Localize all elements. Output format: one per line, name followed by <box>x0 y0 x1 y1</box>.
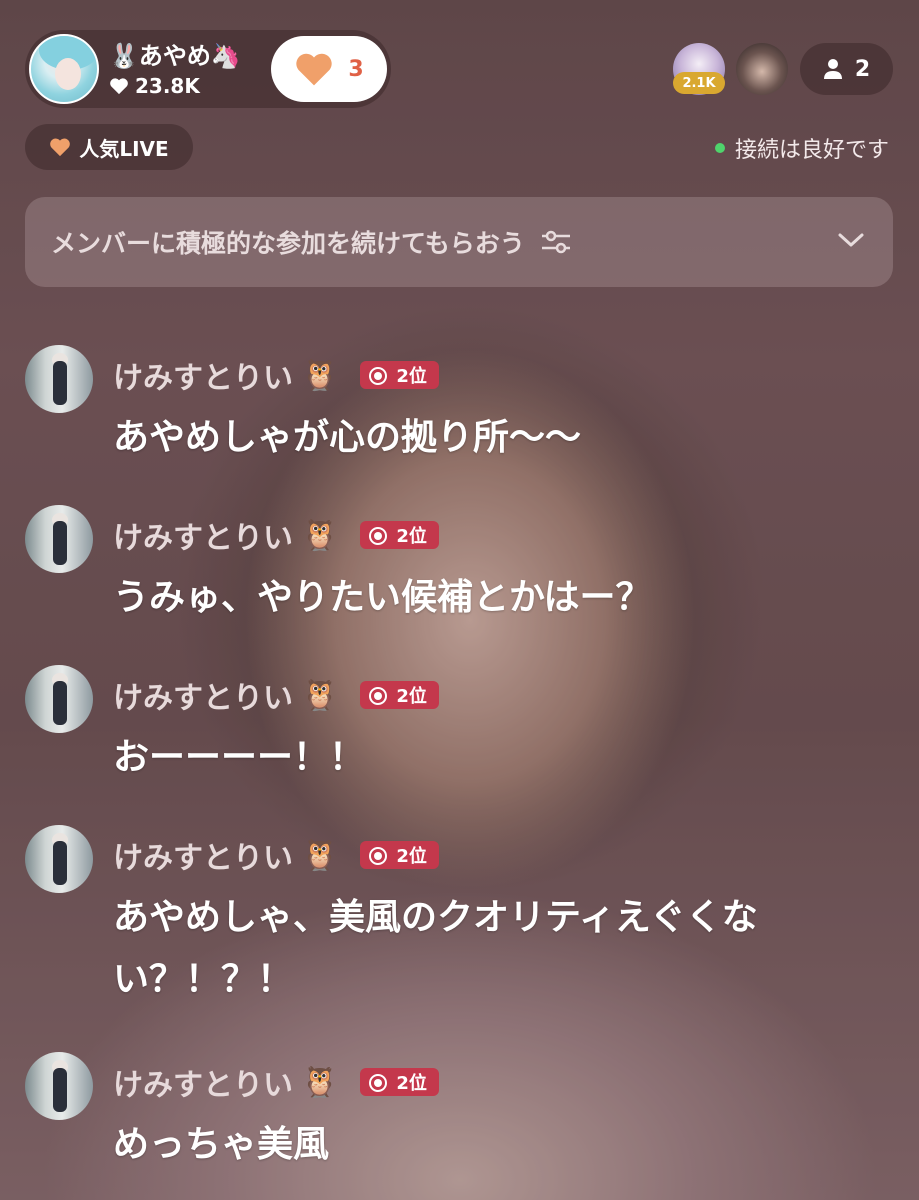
commenter-name[interactable]: けみすとりい <box>113 1060 293 1104</box>
medal-icon <box>369 1074 388 1092</box>
heart-icon <box>50 138 71 157</box>
viewer-badge: 2.1K <box>673 72 725 94</box>
chevron-down-icon[interactable] <box>837 230 865 250</box>
person-icon <box>823 59 842 79</box>
sliders-icon[interactable] <box>539 228 573 256</box>
rank-badge: 2位 <box>360 521 439 549</box>
owl-emoji: 🦉 <box>301 677 339 713</box>
comment-text: あやめしゃ、美風のクオリティえぐくない？！？！ <box>113 897 758 1000</box>
commenter-name[interactable]: けみすとりい <box>113 513 293 557</box>
commenter-name[interactable]: けみすとりい <box>113 673 293 717</box>
owl-emoji: 🦉 <box>301 517 339 553</box>
viewer-count-button[interactable]: 2 <box>800 43 893 95</box>
rabbit-emoji: 🐰 <box>109 42 139 70</box>
comment-text: めっちゃ美風 <box>113 1124 330 1165</box>
commenter-name[interactable]: けみすとりい <box>113 353 293 397</box>
comment-text: あやめしゃが心の拠り所〜〜 <box>113 417 582 458</box>
engagement-prompt[interactable]: メンバーに積極的な参加を続けてもらおう <box>25 197 893 287</box>
viewer-avatar[interactable] <box>736 43 788 95</box>
commenter-avatar[interactable] <box>25 505 93 573</box>
comment-text: おーーーー！！ <box>113 737 366 778</box>
connection-status: 接続は良好です <box>714 132 889 164</box>
heart-count: 3 <box>348 56 364 82</box>
medal-icon <box>369 367 388 385</box>
heart-icon <box>296 53 333 86</box>
commenter-avatar[interactable] <box>25 825 93 893</box>
prompt-text: メンバーに積極的な参加を続けてもらおう <box>51 229 525 258</box>
commenter-name[interactable]: けみすとりい <box>113 833 293 877</box>
rank-badge: 2位 <box>360 681 439 709</box>
streamer-avatar[interactable] <box>29 34 99 104</box>
streamer-likes: 23.8K <box>109 74 200 98</box>
unicorn-emoji: 🦄 <box>210 42 241 70</box>
owl-emoji: 🦉 <box>301 1064 339 1100</box>
rank-badge: 2位 <box>360 1068 439 1096</box>
streamer-info[interactable]: 🐰あやめ🦄 23.8K 3 <box>25 30 391 108</box>
heart-icon <box>110 78 128 95</box>
commenter-avatar[interactable] <box>25 345 93 413</box>
comment-text: うみゅ、やりたい候補とかはー？ <box>113 577 652 618</box>
medal-icon <box>369 527 388 545</box>
commenter-avatar[interactable] <box>25 665 93 733</box>
status-dot-icon <box>714 143 725 153</box>
owl-emoji: 🦉 <box>301 357 339 393</box>
commenter-avatar[interactable] <box>25 1052 93 1120</box>
medal-icon <box>369 847 388 865</box>
owl-emoji: 🦉 <box>301 837 339 873</box>
medal-icon <box>369 687 388 705</box>
popular-live-badge[interactable]: 人気LIVE <box>25 124 193 170</box>
send-heart-button[interactable]: 3 <box>271 36 387 102</box>
rank-badge: 2位 <box>360 841 439 869</box>
rank-badge: 2位 <box>360 361 439 389</box>
streamer-name: 🐰あやめ🦄 <box>109 42 241 70</box>
